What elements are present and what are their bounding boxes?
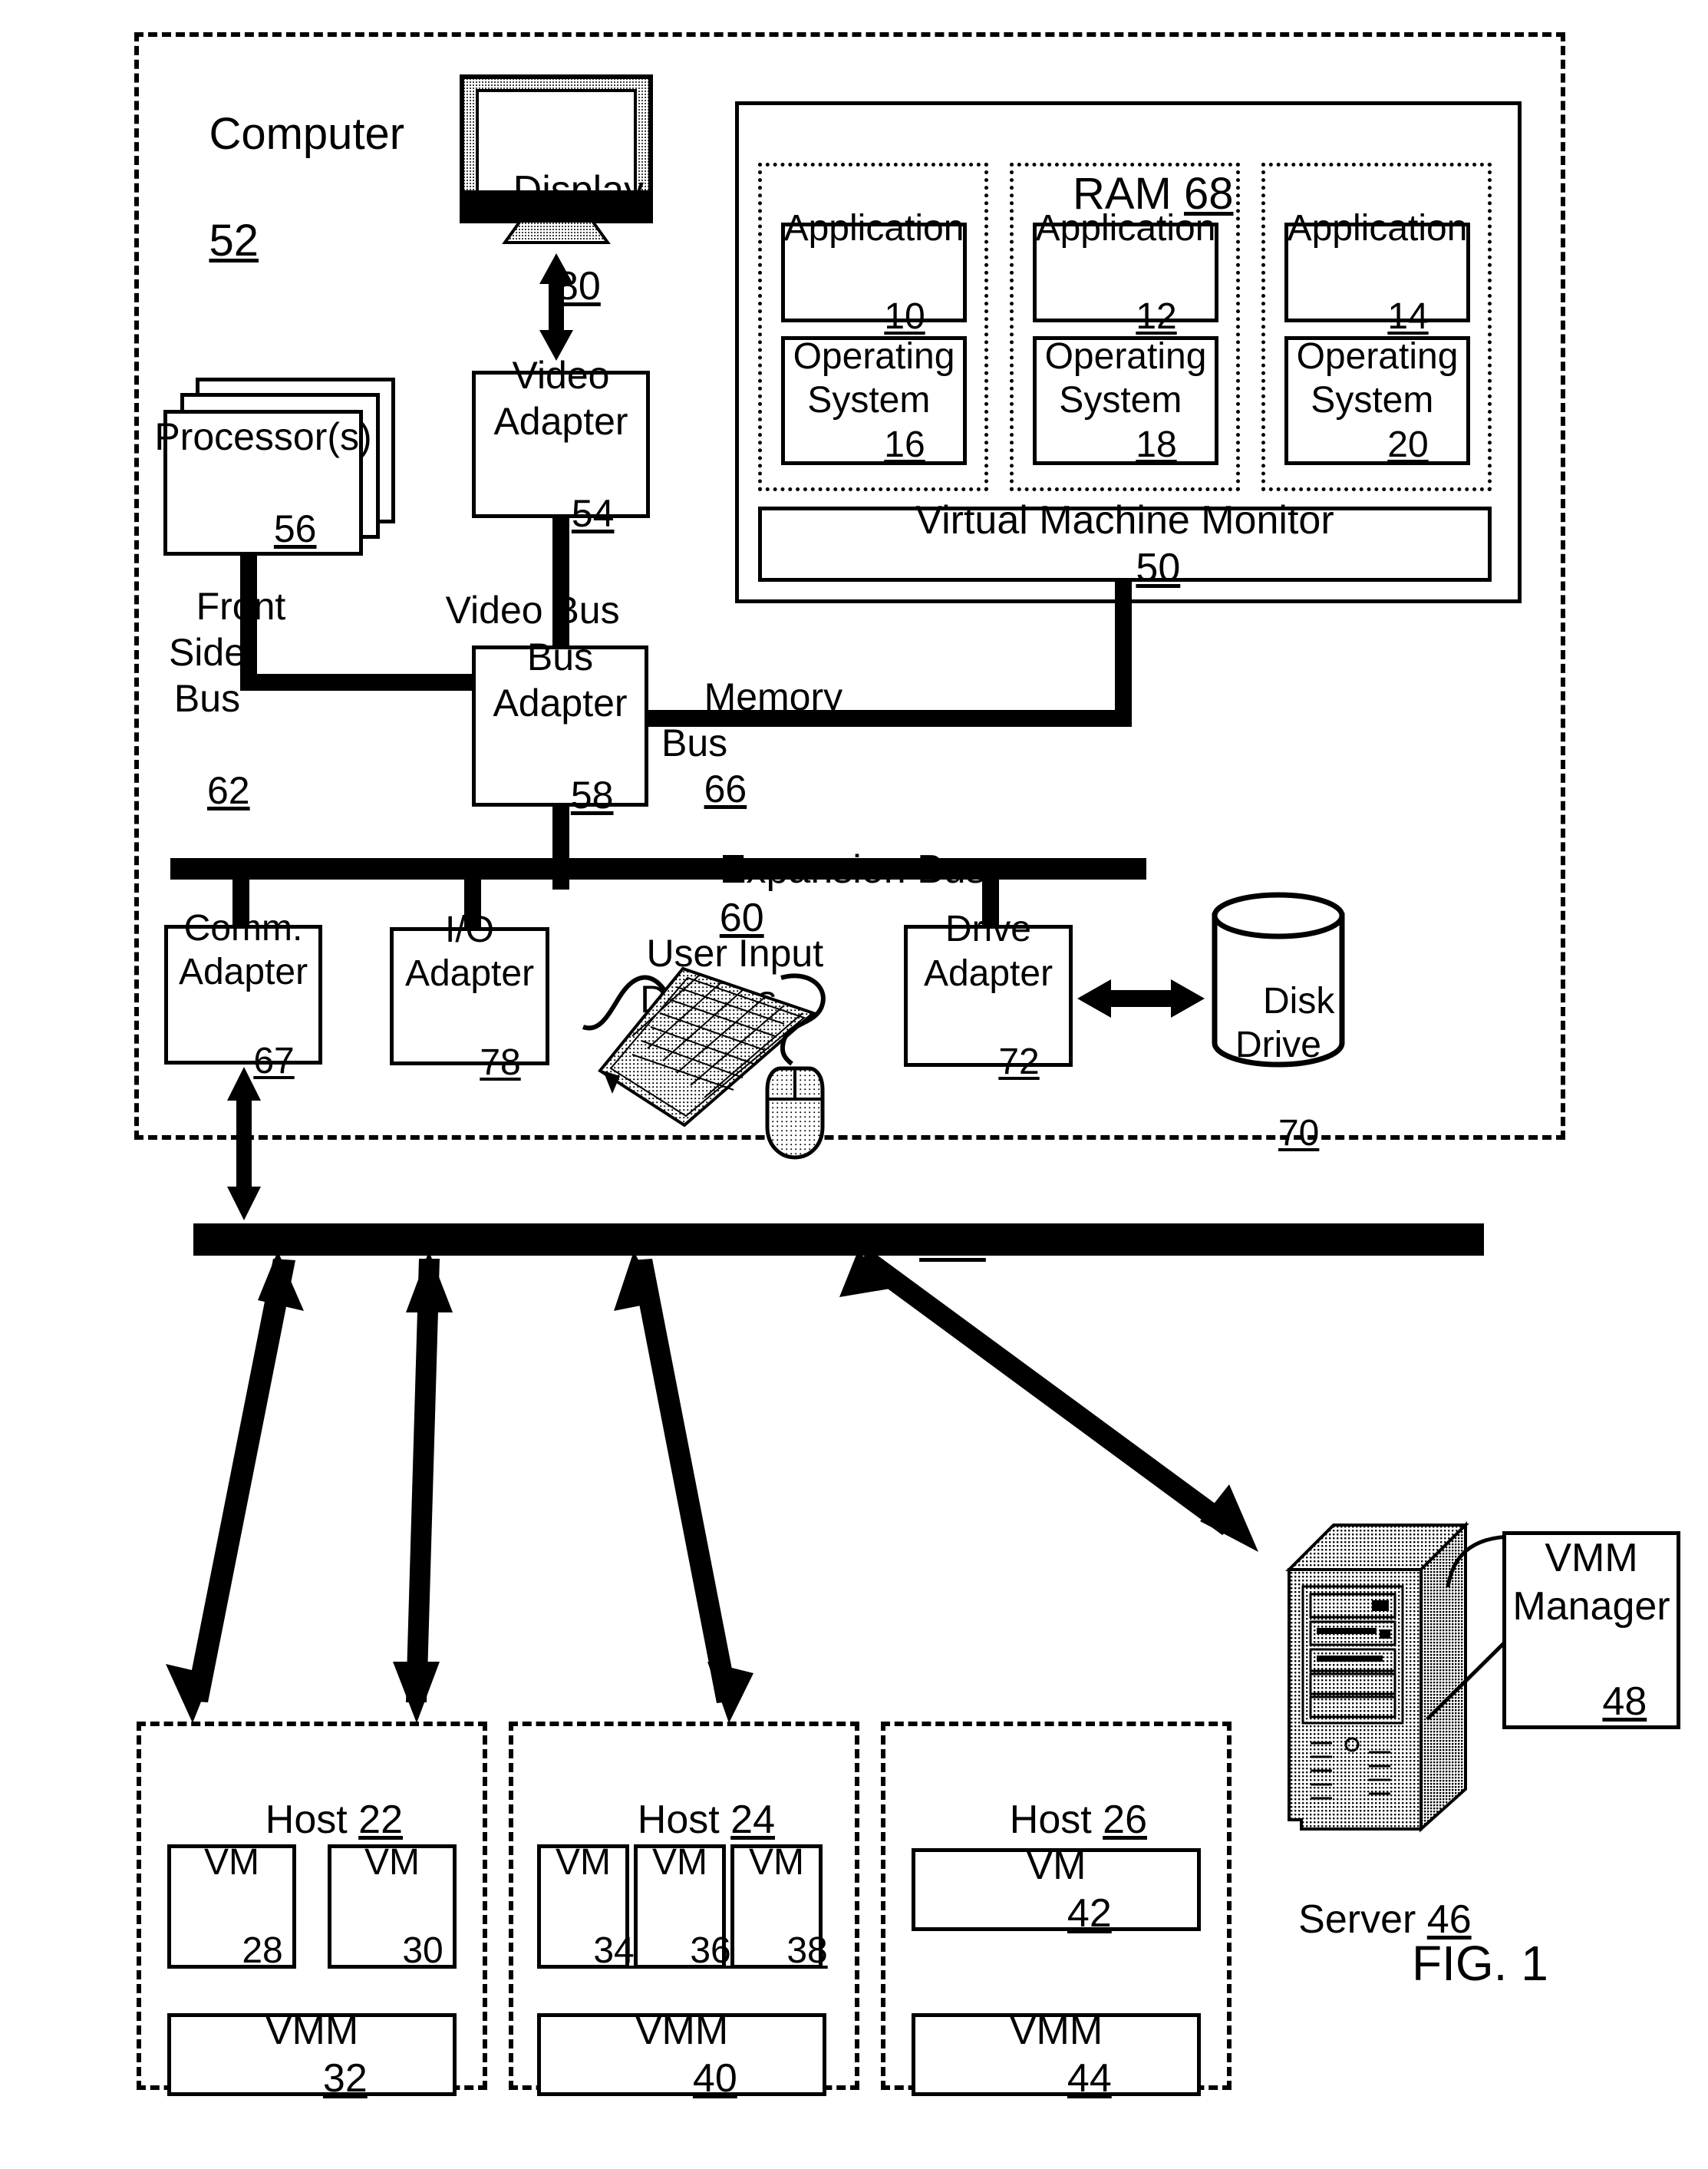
ram-vm-84-os: Operating System 18 — [1033, 336, 1218, 465]
expansion-bus-bar — [170, 858, 1146, 880]
io-adapter-box: I/O Adapter 78 — [390, 910, 549, 1083]
host-26-vmm-44: VMM 44 — [912, 2009, 1201, 2101]
vmm-manager-box: VMM Manager 48 — [1502, 1531, 1680, 1729]
memory-bus-line-vertical — [1115, 582, 1132, 718]
host-26-vm-42: VM 42 — [912, 1844, 1201, 1936]
disk-drive-label: Disk Drive 70 — [1235, 980, 1335, 1154]
ram-vm-82-os: Operating System 16 — [781, 336, 967, 465]
ram-vm-86-os: Operating System 20 — [1284, 336, 1470, 465]
host-24-vm-34: VM 34 — [537, 1842, 635, 1971]
drive-disk-arrow — [1077, 979, 1205, 1018]
host-22-vm-30: VM 30 — [328, 1842, 457, 1971]
front-side-bus-line-vertical — [240, 554, 257, 683]
host-24-vmm-40: VMM 40 — [537, 2009, 826, 2101]
video-bus-line — [552, 517, 569, 647]
ram-vm-84-application: Application 12 — [1033, 208, 1218, 337]
vmm-manager-leader-lines — [1426, 1534, 1515, 1721]
display-video-arrow — [539, 253, 573, 361]
video-adapter-box: Video Adapter 54 — [472, 354, 650, 535]
processors-box: Processor(s) 56 — [154, 410, 372, 556]
ram-vm-82-application: Application 10 — [781, 208, 967, 337]
computer-title: Computer 52 — [209, 108, 405, 266]
host-24-vm-36: VM 36 — [634, 1842, 731, 1971]
drive-adapter-box: Drive Adapter 72 — [904, 909, 1073, 1082]
memory-bus-line-horizontal — [647, 710, 1132, 727]
keyboard-mouse-icon — [582, 966, 826, 1160]
front-side-bus-line-horizontal — [240, 674, 474, 691]
host-22-vmm-32: VMM 32 — [167, 2009, 457, 2101]
figure-canvas: Computer 52 Display 80 RAM 68 Applicatio… — [0, 0, 1708, 2169]
host-24-vm-38: VM 38 — [730, 1842, 828, 1971]
comm-network-arrow — [227, 1067, 261, 1220]
ram-vm-86-application: Application 14 — [1284, 208, 1470, 337]
host-22-vm-28: VM 28 — [167, 1842, 296, 1971]
bus-adapter-box: Bus Adapter 58 — [472, 636, 648, 817]
figure-label: FIG. 1 — [1412, 1936, 1548, 1991]
ram-vmm-50: Virtual Machine Monitor 50 — [758, 498, 1492, 590]
comm-adapter-box: Comm. Adapter 67 — [164, 908, 322, 1081]
